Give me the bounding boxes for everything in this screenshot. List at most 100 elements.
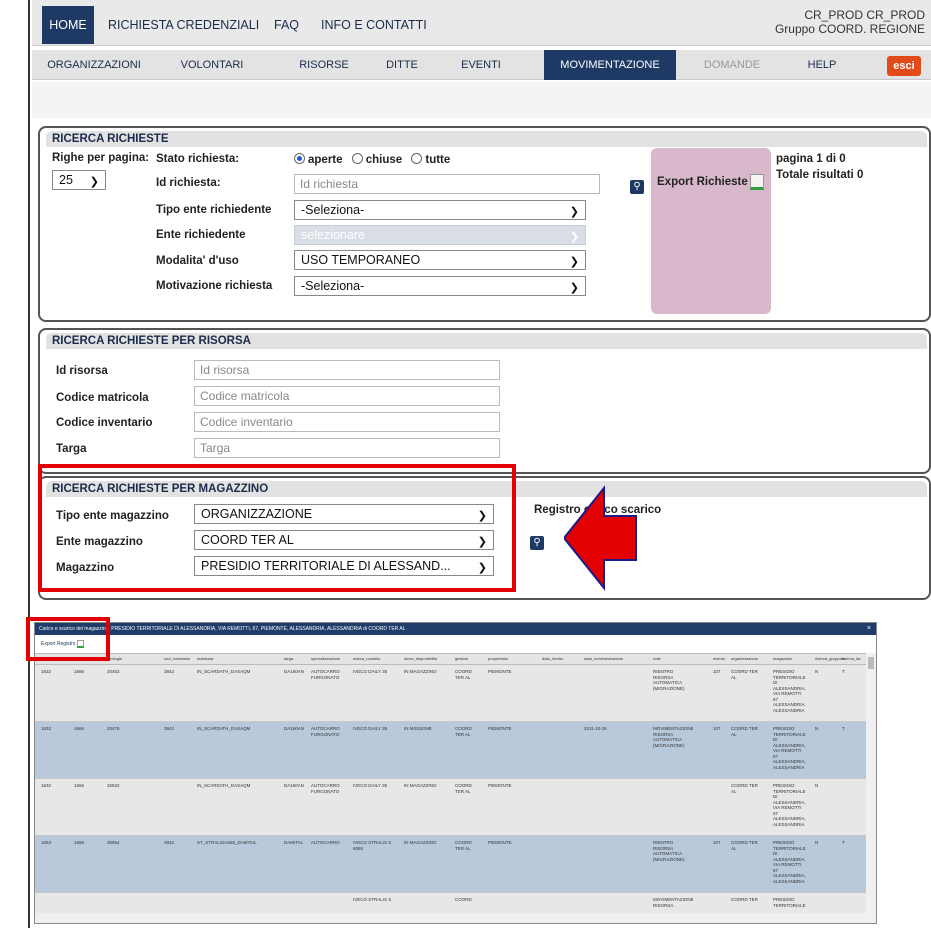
nav-organizzazioni[interactable]: ORGANIZZAZIONI	[32, 50, 156, 80]
grid-column-header[interactable]: riserva_gruppale	[815, 656, 845, 661]
radio-tutte[interactable]	[411, 153, 423, 164]
grid-header: id id_r tipologia cod_inventario matricola ta…	[35, 653, 876, 665]
grid-column-header[interactable]: riserva_ita	[842, 656, 860, 661]
table-cell: PRESIDIO TERRITORIALE	[773, 897, 806, 908]
horizontal-scrollbar[interactable]	[35, 913, 876, 923]
table-cell: 20479	[107, 726, 120, 731]
total-results: Totale risultati 0	[776, 169, 864, 181]
table-cell: IN MAGAZZINO	[404, 669, 437, 674]
grid-column-header[interactable]: matricola	[197, 656, 213, 661]
table-cell: IN_SCARDATH_DASAQM	[197, 726, 251, 731]
table-cell: 3842	[164, 669, 175, 674]
id-risorsa-input[interactable]: Id risorsa	[194, 360, 500, 380]
grid-column-header[interactable]: specializzazione	[311, 656, 340, 661]
matricola-label: Codice matricola	[56, 392, 149, 404]
grid-column-header[interactable]: magazzino	[773, 656, 792, 661]
nav-ditte[interactable]: DITTE	[372, 50, 432, 80]
table-cell: IN_SCARDATH_DASAQM	[197, 669, 251, 674]
table-cell: IN MAGAZZINO	[404, 783, 437, 788]
table-cell: 1632	[41, 783, 52, 788]
motivazione-select[interactable]: -Seleziona- ❯	[294, 276, 586, 296]
modalita-select[interactable]: USO TEMPORANEO ❯	[294, 250, 586, 270]
export-richieste-button[interactable]: Export Richieste	[657, 176, 748, 188]
table-cell: COORD TER AL	[455, 669, 472, 680]
grid-column-header[interactable]: targa	[284, 656, 293, 661]
grid-column-header[interactable]: data_rientro	[542, 656, 563, 661]
nav-domande[interactable]: DOMANDE	[692, 50, 772, 80]
rows-per-page-select[interactable]: 25 ❯	[52, 170, 106, 190]
table-cell: AUTOCARRO FURGONATO	[311, 669, 340, 680]
motivazione-label: Motivazione richiesta	[156, 280, 273, 292]
table-row[interactable]: 1632 1666 20453 3842 IN_SCARDATH_DASAQM DA160…	[35, 665, 867, 722]
highlight-box-magazzino	[38, 464, 516, 592]
grid-column-header[interactable]: note	[653, 656, 661, 661]
table-cell: 107	[713, 726, 721, 731]
motivazione-value: -Seleziona-	[301, 279, 365, 293]
table-cell: AUTOCARRO	[311, 840, 340, 845]
table-cell: N	[815, 783, 819, 788]
table-row[interactable]: 1632 1666 32522 IN_SCARDATH_DASAQM DA160AN AU…	[35, 779, 867, 836]
user-info: CR_PROD CR_PROD Gruppo COORD. REGIONE	[775, 8, 925, 36]
table-cell: PRESIDIO TERRITORIALE DI ALESSANDRIA, VI…	[773, 669, 806, 713]
inventario-label: Codice inventario	[56, 417, 153, 429]
table-cell: T	[842, 669, 845, 674]
nav-movimentazione[interactable]: MOVIMENTAZIONE	[544, 50, 676, 80]
chevron-down-icon: ❯	[569, 206, 579, 218]
scrollbar-thumb[interactable]	[868, 657, 874, 669]
ente-richiedente-select: selezionare ❯	[294, 225, 586, 245]
table-cell: 36954	[107, 840, 120, 845]
panel-title: RICERCA RICHIESTE	[46, 131, 927, 147]
logout-button[interactable]: esci	[887, 56, 921, 76]
table-cell: T	[842, 726, 845, 731]
radio-aperte[interactable]	[294, 153, 305, 164]
highlight-box-export	[26, 617, 110, 661]
tab-home[interactable]: HOME	[42, 6, 94, 44]
table-cell: COORD TER AL	[455, 840, 472, 851]
nav-eventi[interactable]: EVENTI	[446, 50, 516, 80]
vertical-scrollbar[interactable]	[866, 653, 876, 915]
search-icon[interactable]: ⚲	[630, 180, 644, 194]
table-cell: RIENTRO RISORSA AUTOMATICA (MIGRAZIONE)	[653, 840, 685, 862]
rows-per-page-value: 25	[59, 173, 73, 187]
grid-column-header[interactable]: descr_disponibilita	[404, 656, 437, 661]
grid-column-header[interactable]: marca_modello	[353, 656, 380, 661]
close-icon[interactable]: ×	[867, 623, 871, 635]
table-cell: 1666	[74, 840, 85, 845]
export-registro-button[interactable]: Export Registro	[35, 635, 876, 653]
nav-help[interactable]: HELP	[792, 50, 852, 80]
table-cell: COORD	[455, 897, 472, 902]
table-row[interactable]: 1663 1666 36954 3842 ST_STRALISAS65_DA60TAL D…	[35, 836, 867, 893]
targa-label: Targa	[56, 443, 87, 455]
inventario-input[interactable]: Codice inventario	[194, 412, 500, 432]
table-cell: COORD TER AL	[455, 783, 472, 794]
grid-column-header[interactable]: evento	[713, 656, 725, 661]
table-cell: PRESIDIO TERRITORIALE DI ALESSANDRIA, VI…	[773, 840, 806, 884]
grid-column-header[interactable]: gestore	[455, 656, 468, 661]
id-richiesta-input[interactable]: Id richiesta	[294, 174, 600, 194]
excel-icon[interactable]	[750, 174, 764, 190]
grid-column-header[interactable]: cod_inventario	[164, 656, 190, 661]
grid-column-header[interactable]: organizzazione	[731, 656, 758, 661]
grid-column-header[interactable]: data_movimentazione	[584, 656, 623, 661]
table-cell: PRESIDIO TERRITORIALE DI ALESSANDRIA, VI…	[773, 783, 806, 827]
table-cell: COORD TER	[731, 897, 758, 902]
tipo-ente-label: Tipo ente richiedente	[156, 204, 272, 216]
tab-faq[interactable]: FAQ	[274, 6, 299, 44]
table-cell: 107	[713, 840, 721, 845]
tipo-ente-select[interactable]: -Seleziona- ❯	[294, 200, 586, 220]
tab-richiesta-credenziali[interactable]: RICHIESTA CREDENZIALI	[108, 6, 259, 44]
registro-search-icon[interactable]: ⚲	[530, 536, 544, 550]
table-cell: PIEMONTE	[488, 783, 512, 788]
nav-risorse[interactable]: RISORSE	[284, 50, 364, 80]
tab-info-contatti[interactable]: INFO E CONTATTI	[321, 6, 427, 44]
table-cell: COORD TER AL	[731, 840, 758, 851]
radio-chiuse[interactable]	[351, 153, 363, 164]
grid-column-header[interactable]: proprietario	[488, 656, 508, 661]
matricola-input[interactable]: Codice matricola	[194, 386, 500, 406]
table-cell: 3842	[164, 726, 175, 731]
modalita-value: USO TEMPORANEO	[301, 253, 421, 267]
targa-input[interactable]: Targa	[194, 438, 500, 458]
nav-volontari[interactable]: VOLONTARI	[162, 50, 262, 80]
table-row[interactable]: 1632 1666 20479 3842 IN_SCARDATH_DASAQM DA160…	[35, 722, 867, 779]
table-cell: AUTOCARRO FURGONATO	[311, 726, 340, 737]
